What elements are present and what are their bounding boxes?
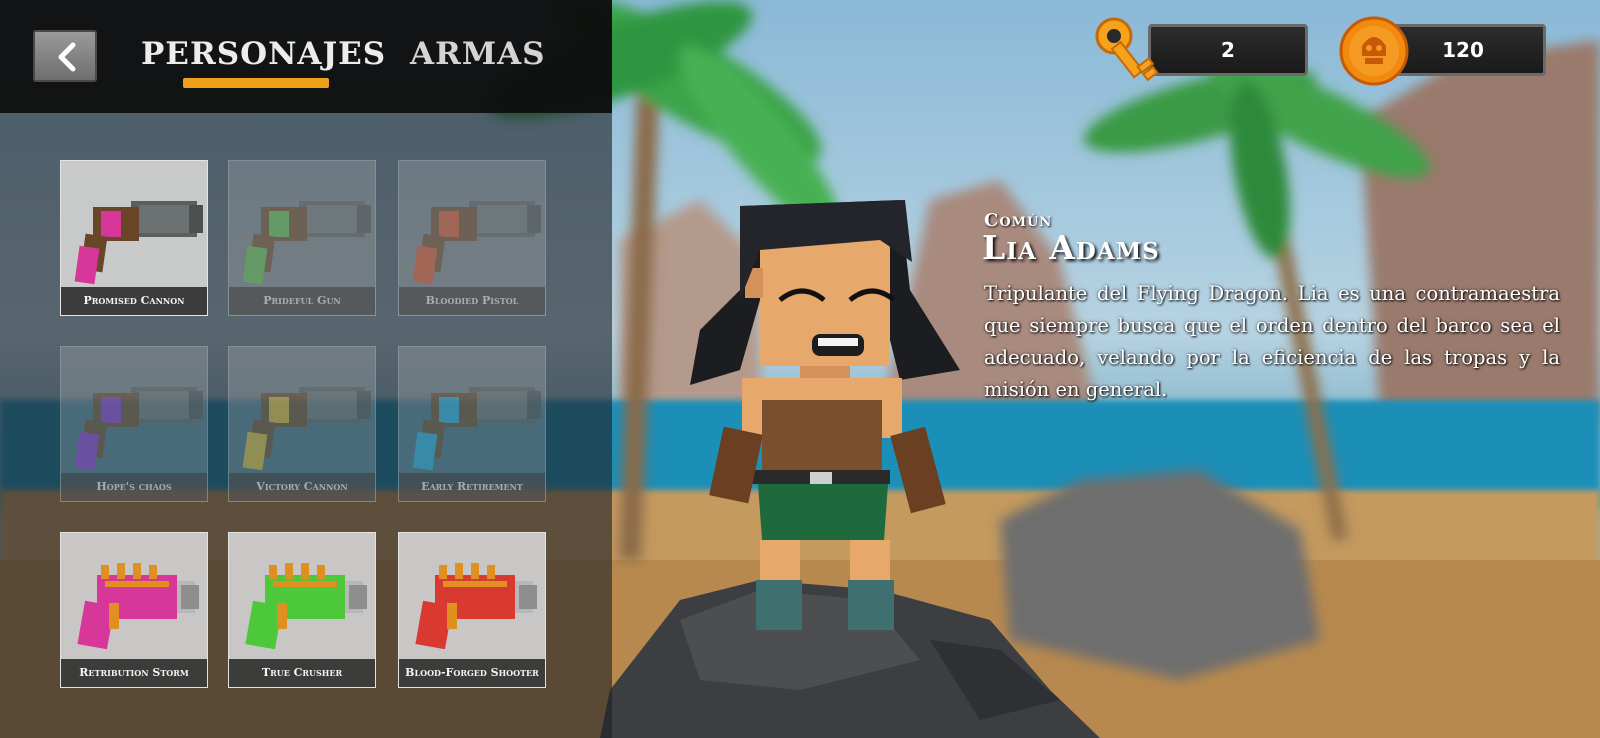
weapon-card-bloodied-pistol[interactable]: Bloodied Pistol xyxy=(398,160,546,316)
blaster-icon xyxy=(415,563,537,650)
weapon-name: Hope's chaos xyxy=(61,473,207,501)
weapon-card-hope-s-chaos[interactable]: Hope's chaos xyxy=(60,346,208,502)
weapon-card-true-crusher[interactable]: True Crusher xyxy=(228,532,376,688)
back-button[interactable] xyxy=(33,30,97,82)
weapon-name: Promised Cannon xyxy=(61,287,207,315)
weapon-name: Victory Cannon xyxy=(229,473,375,501)
top-navigation-bar: PERSONAJES ARMAS xyxy=(0,0,612,113)
cannon-icon xyxy=(74,387,203,471)
character-description: Tripulante del Flying Dragon. Lia es una… xyxy=(984,282,1560,401)
skull-coin-icon xyxy=(1339,16,1409,86)
keys-count: 2 xyxy=(1221,38,1235,62)
character-name: Lia Adams xyxy=(982,228,1160,267)
chevron-left-icon xyxy=(58,42,76,72)
cannon-icon xyxy=(242,201,371,285)
tab-armas[interactable]: ARMAS xyxy=(410,36,546,72)
weapon-name: Blood-Forged Shooter xyxy=(399,659,545,687)
cannon-icon xyxy=(412,387,541,471)
weapon-card-early-retirement[interactable]: Early Retirement xyxy=(398,346,546,502)
weapon-name: Retribution Storm xyxy=(61,659,207,687)
cannon-icon xyxy=(242,387,371,471)
weapon-card-victory-cannon[interactable]: Victory Cannon xyxy=(228,346,376,502)
weapon-name: Bloodied Pistol xyxy=(399,287,545,315)
blaster-icon xyxy=(245,563,367,650)
blaster-icon xyxy=(77,563,199,650)
cannon-icon xyxy=(74,201,203,285)
weapon-card-prideful-gun[interactable]: Prideful Gun xyxy=(228,160,376,316)
key-icon xyxy=(1095,17,1159,82)
weapon-card-blood-forged-shooter[interactable]: Blood-Forged Shooter xyxy=(398,532,546,688)
weapon-name: Prideful Gun xyxy=(229,287,375,315)
cannon-icon xyxy=(412,201,541,285)
weapon-card-retribution-storm[interactable]: Retribution Storm xyxy=(60,532,208,688)
weapon-name: Early Retirement xyxy=(399,473,545,501)
weapon-card-promised-cannon[interactable]: Promised Cannon xyxy=(60,160,208,316)
weapon-name: True Crusher xyxy=(229,659,375,687)
active-tab-indicator xyxy=(183,78,329,88)
tab-personajes[interactable]: PERSONAJES xyxy=(141,36,386,72)
keys-counter: 2 xyxy=(1148,24,1308,76)
